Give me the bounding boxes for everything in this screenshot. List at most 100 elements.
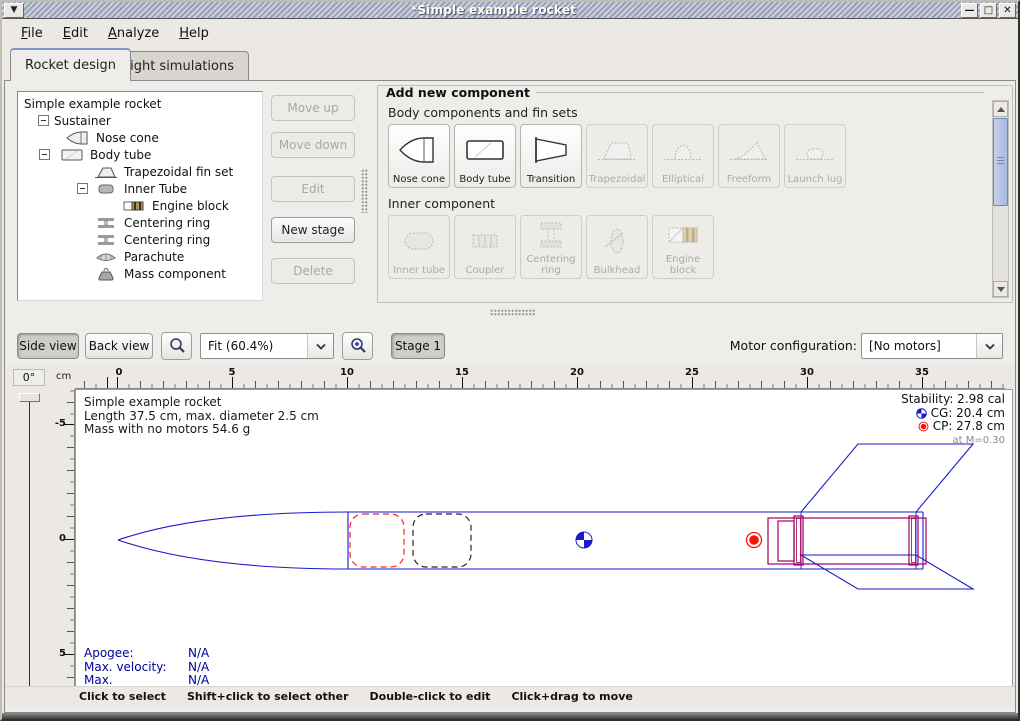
inner-tube-outline <box>768 518 926 564</box>
window-title: *Simple example rocket <box>26 3 961 17</box>
max-velocity-label: Max. velocity: <box>84 661 188 675</box>
add-body-tube-button[interactable]: Body tube <box>454 124 516 188</box>
motor-configuration-select[interactable]: [No motors] <box>861 333 1003 359</box>
mass-component-icon <box>94 267 118 281</box>
tree-item-inner-tube[interactable]: Inner Tube <box>22 180 262 197</box>
tree-item-fin-set[interactable]: Trapezoidal fin set <box>22 163 262 180</box>
move-down-button[interactable]: Move down <box>271 132 355 158</box>
parachute-outline <box>350 514 404 567</box>
motor-mount <box>768 516 926 565</box>
rocket-name: Simple example rocket <box>84 396 319 410</box>
tree-item-label: Mass component <box>124 267 226 281</box>
add-coupler-button[interactable]: Coupler <box>454 215 516 279</box>
tree-item-nose-cone[interactable]: Nose cone <box>22 129 262 146</box>
tree-item-label: Nose cone <box>96 131 159 145</box>
add-inner-tube-button[interactable]: Inner tube <box>388 215 450 279</box>
add-component-panel: Add new component Body components and fi… <box>377 85 1013 303</box>
rocket-design-pane: Simple example rocket Sustainer Nose con… <box>4 80 1016 713</box>
body-component-buttons: Nose cone Body tube Transition <box>388 124 1004 188</box>
add-nose-cone-button[interactable]: Nose cone <box>388 124 450 188</box>
tree-item-parachute[interactable]: Parachute <box>22 248 262 265</box>
maximize-icon[interactable]: □ <box>980 3 997 18</box>
add-trapezoidal-fin-button[interactable]: Trapezoidal <box>586 124 648 188</box>
chevron-down-icon <box>307 334 333 358</box>
nose-cone-icon <box>66 131 90 145</box>
add-engine-block-button[interactable]: Engine block <box>652 215 714 279</box>
add-transition-button[interactable]: Transition <box>520 124 582 188</box>
window-resize-edge[interactable] <box>2 713 1018 719</box>
nose-cone-outline <box>118 540 348 569</box>
motor-configuration-label: Motor configuration: <box>730 338 857 353</box>
inner-component-label: Inner component <box>388 196 1004 211</box>
transition-icon <box>529 125 573 174</box>
minimize-icon[interactable]: — <box>961 3 978 18</box>
tree-item-engine-block[interactable]: Engine block <box>22 197 262 214</box>
add-elliptical-fin-button[interactable]: Elliptical <box>652 124 714 188</box>
tree-item-centering-ring-1[interactable]: Centering ring <box>22 214 262 231</box>
add-centering-ring-button[interactable]: Centering ring <box>520 215 582 279</box>
component-tree[interactable]: Simple example rocket Sustainer Nose con… <box>17 91 263 301</box>
bulkhead-icon <box>595 216 639 265</box>
zoom-out-button[interactable] <box>161 332 192 360</box>
rocket-figure-area: 0° cm 0 5 10 15 20 25 30 35 -5 0 5 <box>5 365 1015 686</box>
launch-lug-icon <box>793 125 837 174</box>
edit-button[interactable]: Edit <box>271 176 355 202</box>
hint-double-click: Double-click to edit <box>370 690 491 703</box>
zoom-in-button[interactable] <box>342 332 373 360</box>
rotation-angle-field[interactable]: 0° <box>13 369 45 386</box>
component-panel-scrollbar[interactable] <box>992 100 1009 298</box>
collapse-icon[interactable] <box>77 183 88 194</box>
tree-item-sustainer[interactable]: Sustainer <box>22 112 262 129</box>
scrollbar-thumb[interactable] <box>993 118 1008 206</box>
window-menu-icon[interactable]: ▼ <box>4 3 24 18</box>
trapezoidal-fin-icon <box>595 125 639 174</box>
tree-item-mass-component[interactable]: Mass component <box>22 265 262 282</box>
trapezoidal-fin-icon <box>94 165 118 179</box>
hint-shift-click: Shift+click to select other <box>187 690 349 703</box>
collapse-icon[interactable] <box>39 149 50 160</box>
back-view-button[interactable]: Back view <box>85 333 153 359</box>
scroll-up-icon[interactable] <box>993 101 1008 117</box>
add-launch-lug-button[interactable]: Launch lug <box>784 124 846 188</box>
title-bar[interactable]: ▼ *Simple example rocket — □ ✕ <box>2 2 1018 19</box>
mach-condition: at M=0.30 <box>953 434 1006 448</box>
stage-1-toggle[interactable]: Stage 1 <box>391 333 445 359</box>
move-up-button[interactable]: Move up <box>271 95 355 121</box>
tree-item-label: Engine block <box>152 199 229 213</box>
coupler-icon <box>463 216 507 265</box>
cp-icon <box>918 421 929 432</box>
tree-item-body-tube[interactable]: Body tube <box>22 146 262 163</box>
delete-button[interactable]: Delete <box>271 258 355 284</box>
menu-help[interactable]: Help <box>170 23 218 44</box>
add-component-title: Add new component <box>386 85 1004 100</box>
side-view-button[interactable]: Side view <box>17 333 79 359</box>
zoom-level-select[interactable]: Fit (60.4%) <box>200 333 334 359</box>
engine-block-icon <box>122 199 146 213</box>
nose-cone-icon <box>397 125 441 174</box>
horizontal-splitter-handle[interactable] <box>490 309 536 316</box>
add-bulkhead-button[interactable]: Bulkhead <box>586 215 648 279</box>
menu-file[interactable]: File <box>12 23 52 44</box>
app-window: ▼ *Simple example rocket — □ ✕ File Edit… <box>0 0 1020 721</box>
zoom-in-icon <box>348 336 368 356</box>
tab-rocket-design[interactable]: Rocket design <box>10 48 131 81</box>
stability-value: Stability: 2.98 cal <box>901 393 1005 407</box>
max-velocity-value: N/A <box>188 661 209 675</box>
menu-analyze[interactable]: Analyze <box>99 23 168 44</box>
scroll-down-icon[interactable] <box>993 281 1008 297</box>
add-freeform-fin-button[interactable]: Freeform <box>718 124 780 188</box>
tree-item-rocket[interactable]: Simple example rocket <box>22 95 262 112</box>
stability-block: Stability: 2.98 cal CG: 20.4 cm CP: 27.8… <box>901 393 1005 447</box>
rotation-slider[interactable] <box>29 397 30 697</box>
body-tube-icon <box>60 148 84 162</box>
collapse-icon[interactable] <box>38 115 49 126</box>
tree-item-label: Simple example rocket <box>24 97 161 111</box>
close-icon[interactable]: ✕ <box>999 3 1016 18</box>
new-stage-button[interactable]: New stage <box>271 217 355 243</box>
menu-edit[interactable]: Edit <box>54 23 97 44</box>
rotation-slider-handle[interactable] <box>19 393 40 402</box>
rocket-canvas[interactable]: Simple example rocket Length 37.5 cm, ma… <box>75 389 1013 687</box>
tree-item-centering-ring-2[interactable]: Centering ring <box>22 231 262 248</box>
vertical-splitter-handle[interactable] <box>361 169 368 213</box>
centering-ring-outline <box>909 516 918 565</box>
